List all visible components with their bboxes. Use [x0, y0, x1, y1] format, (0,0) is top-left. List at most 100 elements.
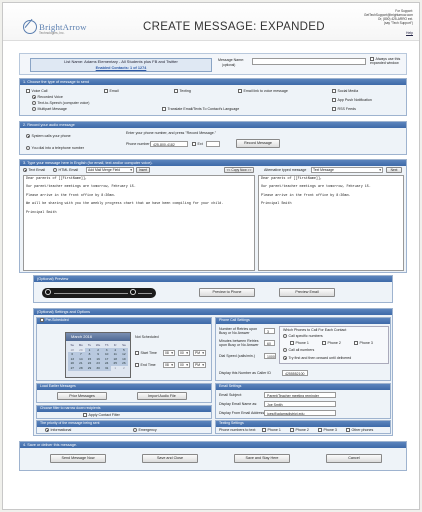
- import-audio-button[interactable]: Import Audio File: [137, 392, 187, 400]
- dial-speed-input[interactable]: 1000: [264, 353, 276, 359]
- you-dial-radio[interactable]: [26, 146, 30, 150]
- alternative-message-textarea[interactable]: Dear parents of [[FirstName]], Our paren…: [258, 175, 404, 271]
- play-icon[interactable]: [45, 289, 51, 295]
- text-other-option[interactable]: Other phones: [346, 428, 373, 432]
- calendar-day[interactable]: 30: [93, 365, 103, 371]
- translate-option[interactable]: Translate Email/Texts To Contact's Langu…: [162, 107, 239, 111]
- volume-slider[interactable]: [138, 292, 152, 294]
- calendar-day[interactable]: 1: [111, 366, 120, 371]
- emergency-radio[interactable]: [133, 428, 137, 432]
- phone3-option[interactable]: Phone 3: [354, 341, 373, 345]
- informational-radio[interactable]: [45, 428, 49, 432]
- multipart-radio[interactable]: [32, 107, 36, 111]
- email-from-input[interactable]: joes@adamsdistrict.edu: [264, 410, 336, 416]
- tts-option[interactable]: Text-to-Speech (computer voice): [32, 101, 89, 105]
- help-link[interactable]: Help: [406, 31, 413, 35]
- rss-checkbox[interactable]: [332, 107, 336, 111]
- app-push-option[interactable]: App Push Notification: [332, 98, 372, 102]
- calendar-day[interactable]: 28: [76, 365, 86, 371]
- send-now-button[interactable]: Send Message Now: [50, 454, 106, 463]
- phone-number-input[interactable]: 425-800-4182: [150, 141, 188, 147]
- save-stay-button[interactable]: Save and Stay Here: [234, 454, 290, 463]
- text-phone2-option[interactable]: Phone 2: [290, 428, 309, 432]
- call-specific-option[interactable]: Call specific numbers: [283, 334, 323, 338]
- next-button[interactable]: Next: [386, 167, 402, 173]
- calendar-grid[interactable]: Su Mo Tu We Th Fr Sa28 29 1 2 3 4 56 7 8 9 10 11 1213 14 15 1…: [68, 343, 130, 371]
- audio-player[interactable]: [42, 288, 156, 298]
- try-first-radio[interactable]: [283, 356, 287, 360]
- copy-now-button[interactable]: << Copy Now >>: [224, 167, 254, 173]
- text-phone1-checkbox[interactable]: [262, 428, 266, 432]
- message-name-input[interactable]: [252, 58, 366, 65]
- html-email-option[interactable]: HTML Email: [53, 168, 78, 172]
- message-body-textarea[interactable]: Dear parents of [[FirstName]], Our paren…: [23, 175, 255, 271]
- cancel-button[interactable]: Cancel: [326, 454, 382, 463]
- always-expanded-option[interactable]: Always use this expanded window: [370, 57, 408, 65]
- system-calls-radio[interactable]: [26, 134, 30, 138]
- apply-filter-option[interactable]: Apply Contact Filter: [83, 413, 120, 417]
- call-all-option[interactable]: Call all numbers: [283, 348, 314, 352]
- phone1-checkbox[interactable]: [290, 341, 294, 345]
- text-phone3-checkbox[interactable]: [318, 428, 322, 432]
- you-dial-option[interactable]: You dial into a telephone number: [26, 146, 84, 150]
- html-email-radio[interactable]: [53, 168, 57, 172]
- caller-id-input[interactable]: 4255552100: [282, 370, 308, 376]
- ext-input[interactable]: [206, 141, 220, 147]
- calendar-day[interactable]: 29: [85, 365, 94, 371]
- prescheduled-checkbox[interactable]: [40, 318, 44, 322]
- email-subject-input[interactable]: Parent/Teacher meeting reminder: [264, 392, 336, 398]
- emergency-option[interactable]: Emergency: [133, 428, 157, 432]
- end-time-option[interactable]: End Time: [135, 363, 156, 367]
- phone2-option[interactable]: Phone 2: [322, 341, 341, 345]
- phone2-checkbox[interactable]: [322, 341, 326, 345]
- phone1-option[interactable]: Phone 1: [290, 341, 309, 345]
- email-link-checkbox[interactable]: [238, 89, 242, 93]
- email-option[interactable]: Email: [104, 89, 119, 93]
- apply-filter-checkbox[interactable]: [83, 413, 87, 417]
- retries-input[interactable]: 3: [264, 328, 275, 334]
- text-other-checkbox[interactable]: [346, 428, 350, 432]
- email-link-option[interactable]: Email link to voice message: [238, 89, 288, 93]
- prior-messages-button[interactable]: Prior Messages: [57, 392, 107, 400]
- voice-call-checkbox[interactable]: [26, 89, 30, 93]
- preview-to-phone-button[interactable]: Preview to Phone: [199, 288, 255, 297]
- end-minute-select[interactable]: 00: [178, 362, 190, 368]
- try-first-option[interactable]: Try first and then onward until delivere…: [283, 356, 351, 360]
- translate-checkbox[interactable]: [162, 107, 166, 111]
- calendar-day[interactable]: 27: [68, 365, 77, 371]
- text-phone1-option[interactable]: Phone 1: [262, 428, 281, 432]
- start-minute-select[interactable]: 00: [178, 350, 190, 356]
- email-name-input[interactable]: Joe Smith: [264, 401, 336, 407]
- text-phone3-option[interactable]: Phone 3: [318, 428, 337, 432]
- end-time-checkbox[interactable]: [135, 363, 139, 367]
- start-time-option[interactable]: Start Time: [135, 351, 157, 355]
- minutes-between-input[interactable]: 60: [264, 340, 275, 346]
- email-checkbox[interactable]: [104, 89, 108, 93]
- call-all-radio[interactable]: [283, 348, 287, 352]
- merge-field-select[interactable]: Add Mail Merge Field: [86, 167, 134, 173]
- recorded-voice-radio[interactable]: [32, 95, 36, 99]
- audio-progress-bar[interactable]: [54, 292, 128, 294]
- text-phone2-checkbox[interactable]: [290, 428, 294, 432]
- tts-radio[interactable]: [32, 101, 36, 105]
- save-close-button[interactable]: Save and Close: [142, 454, 198, 463]
- multipart-option[interactable]: Multipart Message: [32, 107, 67, 111]
- rss-option[interactable]: RSS Feeds: [332, 107, 356, 111]
- social-media-checkbox[interactable]: [332, 89, 336, 93]
- recorded-voice-option[interactable]: Recorded Voice: [32, 95, 63, 99]
- informational-option[interactable]: Informational: [45, 428, 71, 432]
- text-email-radio[interactable]: [23, 168, 27, 172]
- system-calls-option[interactable]: System calls your phone: [26, 134, 71, 138]
- alternative-message-select[interactable]: Text Message: [311, 167, 383, 173]
- phone3-checkbox[interactable]: [354, 341, 358, 345]
- insert-button[interactable]: Insert: [136, 167, 150, 173]
- volume-icon[interactable]: [130, 289, 136, 295]
- app-push-checkbox[interactable]: [332, 98, 336, 102]
- end-hour-select[interactable]: 08: [163, 362, 175, 368]
- end-ampm-select[interactable]: PM: [193, 362, 206, 368]
- calendar[interactable]: March 2016 Su Mo Tu We Th Fr Sa28 29 1 2 3 4 56 7 8 9 10…: [65, 332, 131, 378]
- enabled-contacts-link[interactable]: Enabled Contacts: 1 of 1274: [31, 66, 211, 70]
- call-specific-radio[interactable]: [283, 334, 287, 338]
- voice-call-option[interactable]: Voice Call: [26, 89, 47, 93]
- text-email-option[interactable]: Text Email: [23, 168, 45, 172]
